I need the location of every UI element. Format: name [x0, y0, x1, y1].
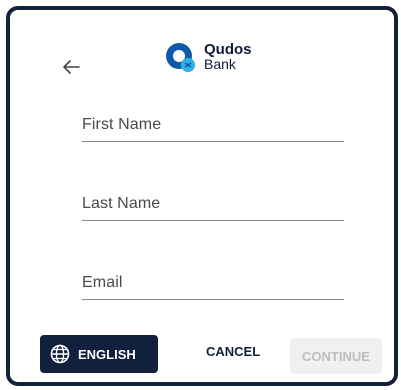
last-name-field[interactable]: Last Name: [82, 195, 344, 221]
qudos-bank-logo: Qudos Bank: [164, 40, 252, 74]
first-name-field[interactable]: First Name: [82, 116, 344, 142]
continue-button[interactable]: CONTINUE: [290, 338, 382, 374]
language-label: ENGLISH: [78, 346, 136, 362]
cancel-button[interactable]: CANCEL: [206, 344, 260, 359]
email-label: Email: [82, 274, 123, 291]
globe-icon: [50, 344, 70, 364]
logo-subtitle: Bank: [204, 56, 236, 72]
arrow-left-icon: [63, 60, 80, 74]
language-button[interactable]: ENGLISH: [40, 335, 158, 373]
registration-dialog: Qudos Bank First Name Last Name Email EN…: [6, 6, 398, 386]
logo-name: Qudos: [204, 41, 252, 58]
first-name-label: First Name: [82, 116, 162, 133]
back-button[interactable]: [56, 52, 86, 82]
qudos-logo-icon: [166, 43, 195, 72]
last-name-label: Last Name: [82, 195, 161, 212]
email-field[interactable]: Email: [82, 274, 344, 300]
